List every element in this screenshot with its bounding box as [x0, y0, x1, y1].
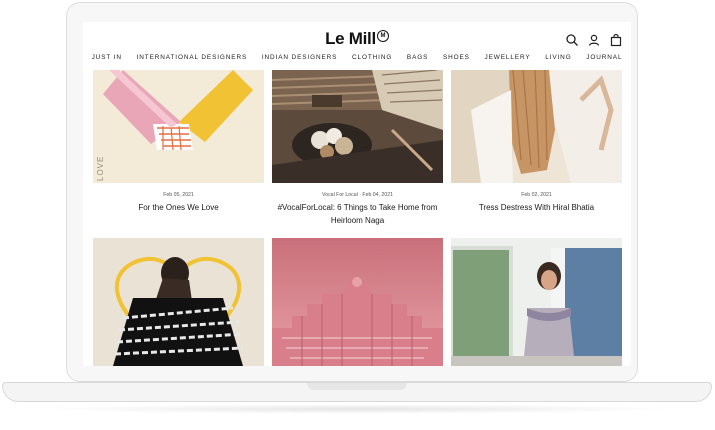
- post-meta: Vocal For Local · Feb 04, 2021: [322, 192, 393, 198]
- nav-indian-designers[interactable]: INDIAN DESIGNERS: [262, 54, 337, 61]
- nav-bags[interactable]: BAGS: [407, 54, 428, 61]
- site-logo[interactable]: Le Mill M: [83, 29, 631, 49]
- post-image-heart-wall[interactable]: [93, 238, 264, 366]
- post-image-portrait[interactable]: [451, 238, 622, 366]
- post-title[interactable]: For the Ones We Love: [93, 201, 264, 214]
- nav-living[interactable]: LIVING: [545, 54, 571, 61]
- search-icon[interactable]: [565, 33, 579, 47]
- post-meta: Feb 02, 2021: [521, 192, 552, 198]
- post-meta: Feb 05, 2021: [163, 192, 194, 198]
- nav-just-in[interactable]: JUST IN: [92, 54, 122, 61]
- post-image-love[interactable]: LOVE: [93, 70, 264, 183]
- nav-journal[interactable]: JOURNAL: [586, 54, 622, 61]
- journal-grid: LOVE Feb 05, 2021 For the Ones We Love V…: [83, 70, 631, 366]
- laptop-shadow: [40, 404, 675, 414]
- nav-clothing[interactable]: CLOTHING: [352, 54, 392, 61]
- main-nav: JUST IN INTERNATIONAL DESIGNERS INDIAN D…: [83, 54, 631, 61]
- laptop-notch: [307, 383, 407, 390]
- post-title[interactable]: #VocalForLocal: 6 Things to Take Home fr…: [272, 201, 443, 227]
- bag-icon[interactable]: [609, 33, 623, 47]
- post-image-naga[interactable]: [272, 70, 443, 183]
- website-screen: Le Mill M JUST IN INTERNATIONAL DESIGNERS…: [83, 22, 631, 366]
- post-title[interactable]: Tress Destress With Hiral Bhatia: [451, 201, 622, 214]
- post-image-hair[interactable]: [451, 70, 622, 183]
- logo-mark: M: [376, 30, 389, 42]
- nav-international-designers[interactable]: INTERNATIONAL DESIGNERS: [137, 54, 248, 61]
- post-image-jaipur[interactable]: [272, 238, 443, 366]
- account-icon[interactable]: [587, 33, 601, 47]
- love-image-text: LOVE: [96, 155, 105, 181]
- site-header: Le Mill M JUST IN INTERNATIONAL DESIGNERS…: [83, 22, 631, 70]
- nav-jewellery[interactable]: JEWELLERY: [485, 54, 531, 61]
- logo-text: Le Mill: [325, 29, 376, 48]
- nav-shoes[interactable]: SHOES: [443, 54, 470, 61]
